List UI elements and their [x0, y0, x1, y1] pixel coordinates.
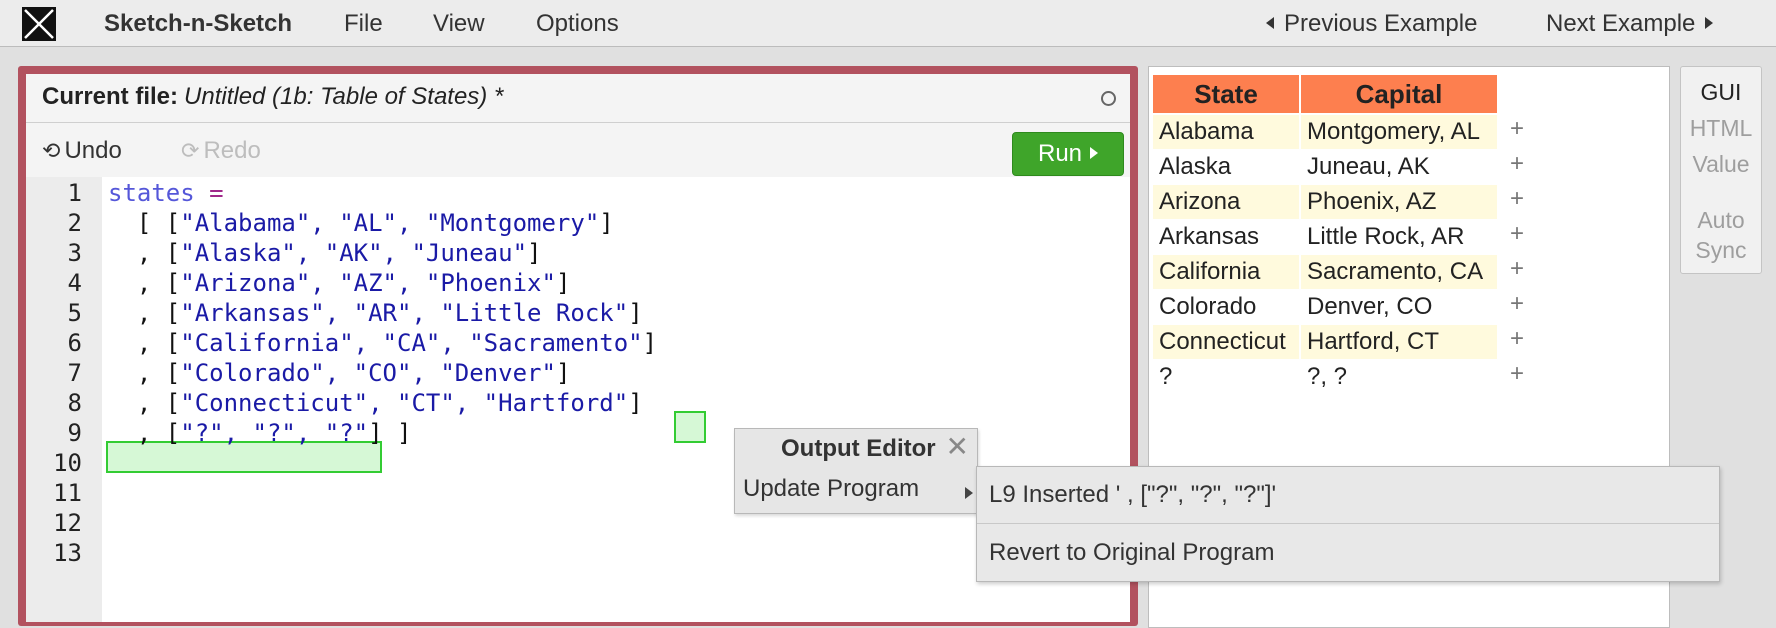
menu-file[interactable]: File: [344, 10, 383, 38]
add-row-plus-icon[interactable]: +: [1507, 150, 1527, 178]
tab-html[interactable]: HTML: [1681, 115, 1761, 142]
menu-options[interactable]: Options: [536, 10, 619, 38]
table-cell-state[interactable]: Connecticut: [1153, 325, 1299, 359]
redo-label: Redo: [203, 137, 261, 164]
current-file-label: Current file: Untitled (1b: Table of Stat…: [42, 83, 504, 110]
sketch-n-sketch-logo-icon[interactable]: [22, 7, 56, 41]
code-line: , ["Alaska", "AK", "Juneau"]: [108, 239, 542, 267]
code-line: [ ["Alabama", "AL", "Montgomery"]: [108, 209, 614, 237]
previous-example-button[interactable]: Previous Example: [1266, 10, 1477, 38]
table-cell-state[interactable]: Alaska: [1153, 150, 1299, 184]
previous-example-label: Previous Example: [1284, 10, 1478, 37]
file-bar: Current file: Untitled (1b: Table of Stat…: [26, 74, 1130, 123]
undo-label: Undo: [64, 137, 122, 164]
table-cell-state[interactable]: Colorado: [1153, 290, 1299, 324]
code-line: states =: [108, 179, 224, 207]
line-number-gutter: 1 2 3 4 5 6 7 8 9 10 11 12 13: [26, 177, 102, 622]
table-cell-state[interactable]: Arkansas: [1153, 220, 1299, 254]
add-row-plus-icon[interactable]: +: [1507, 220, 1527, 248]
line-number: 1: [67, 179, 82, 207]
menu-bar: Sketch-n-Sketch File View Options Previo…: [0, 0, 1776, 47]
table-cell-state[interactable]: Arizona: [1153, 185, 1299, 219]
redo-icon: ⟳: [181, 138, 200, 163]
table-cell-capital[interactable]: Denver, CO: [1301, 290, 1497, 324]
update-program-menu-item[interactable]: Update Program: [743, 475, 973, 503]
line-number: 12: [53, 509, 82, 537]
option-inserted-line9[interactable]: L9 Inserted ' , ["?", "?", "?"]': [989, 481, 1276, 509]
add-row-plus-icon[interactable]: +: [1507, 290, 1527, 318]
close-icon[interactable]: ✕: [946, 433, 969, 461]
line-number: 13: [53, 539, 82, 567]
submenu-arrow-icon: [965, 487, 973, 499]
code-line: , ["California", "CA", "Sacramento"]: [108, 329, 658, 357]
table-cell-capital[interactable]: Montgomery, AL: [1301, 115, 1497, 149]
line-number: 9: [67, 419, 82, 447]
line-number: 10: [53, 449, 82, 477]
menu-view[interactable]: View: [433, 10, 485, 38]
tab-value[interactable]: Value: [1681, 151, 1761, 178]
tab-gui[interactable]: GUI: [1681, 79, 1761, 106]
insert-highlight-end-line8: [674, 411, 706, 443]
add-row-plus-icon[interactable]: +: [1507, 325, 1527, 353]
submenu-divider: [977, 523, 1719, 524]
update-program-submenu: L9 Inserted ' , ["?", "?", "?"]' Revert …: [976, 466, 1720, 582]
add-row-plus-icon[interactable]: +: [1507, 360, 1527, 388]
circle-toggle-icon[interactable]: [1101, 91, 1116, 106]
next-example-label: Next Example: [1546, 10, 1696, 37]
table-cell-capital[interactable]: Hartford, CT: [1301, 325, 1497, 359]
undo-button[interactable]: ⟲ Undo: [42, 137, 122, 165]
next-example-button[interactable]: Next Example: [1546, 10, 1714, 38]
line-number: 6: [67, 329, 82, 357]
table-header-state: State: [1153, 75, 1299, 113]
play-icon: [1090, 146, 1099, 159]
auto-sync-toggle-line2[interactable]: Sync: [1681, 237, 1761, 264]
run-button[interactable]: Run: [1012, 132, 1124, 176]
line-number: 8: [67, 389, 82, 417]
add-row-plus-icon[interactable]: +: [1507, 115, 1527, 143]
code-line: , ["?", "?", "?"] ]: [108, 419, 412, 447]
code-line: , ["Arkansas", "AR", "Little Rock"]: [108, 299, 643, 327]
code-line: , ["Colorado", "CO", "Denver"]: [108, 359, 571, 387]
auto-sync-toggle-line1[interactable]: Auto: [1681, 207, 1761, 234]
line-number: 5: [67, 299, 82, 327]
line-number: 2: [67, 209, 82, 237]
output-editor-popup: Output Editor ✕ Update Program: [734, 428, 978, 514]
table-cell-state[interactable]: ?: [1153, 360, 1299, 394]
line-number: 4: [67, 269, 82, 297]
add-row-plus-icon[interactable]: +: [1507, 255, 1527, 283]
app-title: Sketch-n-Sketch: [104, 10, 293, 37]
table-cell-state[interactable]: Alabama: [1153, 115, 1299, 149]
run-label: Run: [1037, 140, 1083, 167]
table-cell-state[interactable]: California: [1153, 255, 1299, 289]
code-line: , ["Connecticut", "CT", "Hartford"]: [108, 389, 643, 417]
popup-title: Output Editor: [781, 435, 936, 462]
line-number: 7: [67, 359, 82, 387]
table-cell-capital[interactable]: Juneau, AK: [1301, 150, 1497, 184]
triangle-right-icon: [1705, 16, 1714, 29]
output-mode-tabs: GUI HTML Value Auto Sync: [1680, 66, 1762, 274]
undo-icon: ⟲: [42, 138, 61, 163]
editor-toolbar: ⟲ Undo ⟳ Redo Run: [26, 123, 1130, 177]
table-cell-capital[interactable]: Sacramento, CA: [1301, 255, 1497, 289]
code-area[interactable]: 1 2 3 4 5 6 7 8 9 10 11 12 13 states = […: [26, 177, 1130, 622]
table-cell-capital[interactable]: ?, ?: [1301, 360, 1497, 394]
option-revert-original[interactable]: Revert to Original Program: [989, 539, 1274, 567]
update-program-label: Update Program: [743, 475, 920, 502]
triangle-left-icon: [1266, 16, 1274, 29]
line-number: 3: [67, 239, 82, 267]
table-header-capital: Capital: [1301, 75, 1497, 113]
code-editor-panel: Current file: Untitled (1b: Table of Stat…: [26, 74, 1130, 622]
line-number: 11: [53, 479, 82, 507]
table-cell-capital[interactable]: Phoenix, AZ: [1301, 185, 1497, 219]
add-row-plus-icon[interactable]: +: [1507, 185, 1527, 213]
table-cell-capital[interactable]: Little Rock, AR: [1301, 220, 1497, 254]
code-line: , ["Arizona", "AZ", "Phoenix"]: [108, 269, 571, 297]
redo-button[interactable]: ⟳ Redo: [181, 137, 261, 165]
file-name: Untitled (1b: Table of States) *: [184, 83, 504, 110]
